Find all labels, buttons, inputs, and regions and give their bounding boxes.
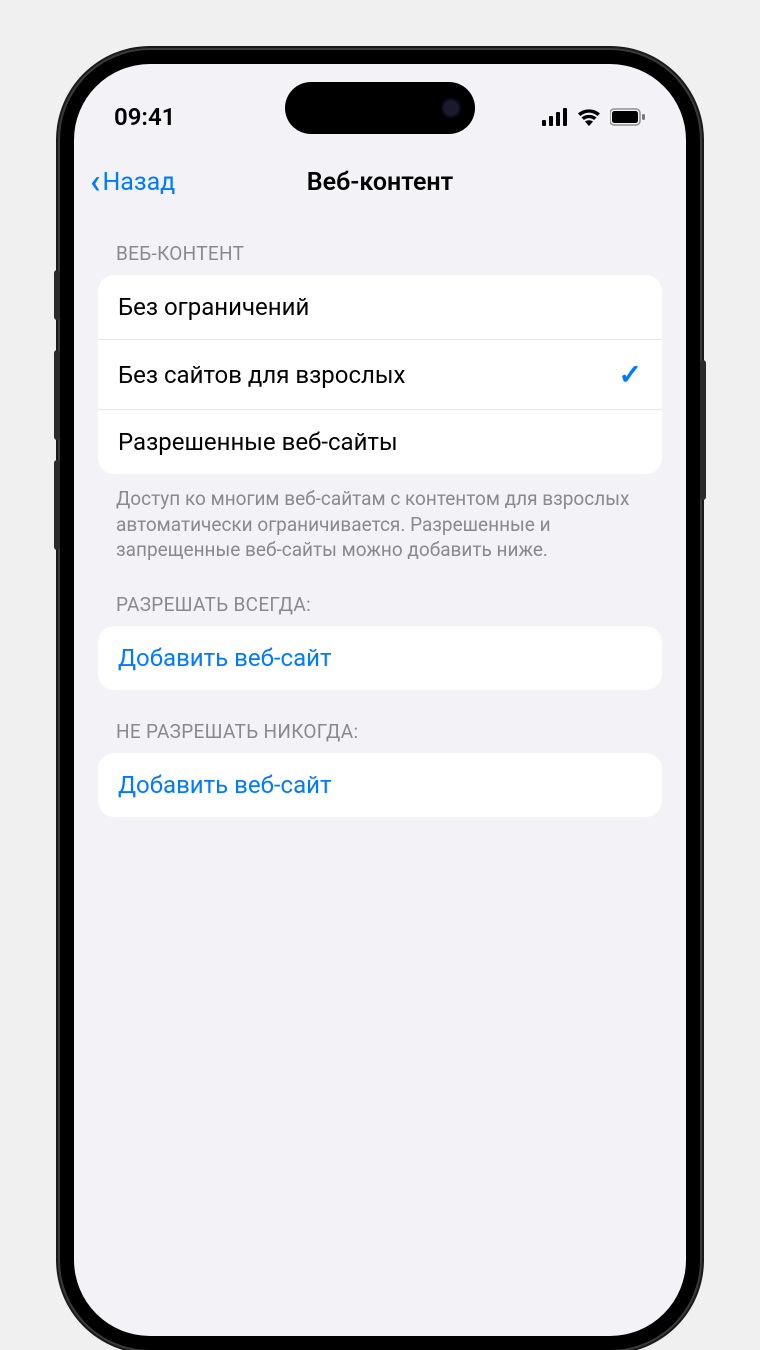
power-button [700,360,706,500]
checkmark-icon: ✓ [619,358,642,391]
screen: 09:41 [74,64,686,1336]
phone-frame: 09:41 [60,50,700,1350]
volume-down-button [54,460,60,550]
chevron-left-icon: ‹ [90,165,100,199]
section-header-never-allow: НЕ РАЗРЕШАТЬ НИКОГДА: [98,690,662,753]
option-limit-adult[interactable]: Без сайтов для взрослых ✓ [98,339,662,409]
add-website-deny-button[interactable]: Добавить веб-сайт [98,753,662,817]
volume-up-button [54,350,60,440]
back-label: Назад [102,168,175,197]
always-allow-group: Добавить веб-сайт [98,626,662,690]
camera-dot [441,98,461,118]
content: ВЕБ-КОНТЕНТ Без ограничений Без сайтов д… [74,212,686,817]
dynamic-island [285,82,475,134]
option-allowed-only[interactable]: Разрешенные веб-сайты [98,409,662,474]
status-time: 09:41 [114,103,234,131]
option-label: Без ограничений [118,293,309,321]
option-unrestricted[interactable]: Без ограничений [98,275,662,339]
add-website-label: Добавить веб-сайт [118,771,332,799]
add-website-allow-button[interactable]: Добавить веб-сайт [98,626,662,690]
add-website-label: Добавить веб-сайт [118,644,332,672]
status-icons [526,108,646,126]
never-allow-group: Добавить веб-сайт [98,753,662,817]
web-content-options: Без ограничений Без сайтов для взрослых … [98,275,662,474]
section-footer-web-content: Доступ ко многим веб-сайтам с контентом … [98,474,662,563]
section-header-web-content: ВЕБ-КОНТЕНТ [98,212,662,275]
back-button[interactable]: ‹ Назад [90,165,175,199]
section-header-always-allow: РАЗРЕШАТЬ ВСЕГДА: [98,563,662,626]
wifi-icon [576,108,602,126]
option-label: Разрешенные веб-сайты [118,428,398,456]
option-label: Без сайтов для взрослых [118,361,405,389]
cellular-signal-icon [542,108,568,126]
navigation-bar: ‹ Назад Веб-контент [74,152,686,212]
mute-switch [54,270,60,320]
battery-icon [610,108,646,126]
